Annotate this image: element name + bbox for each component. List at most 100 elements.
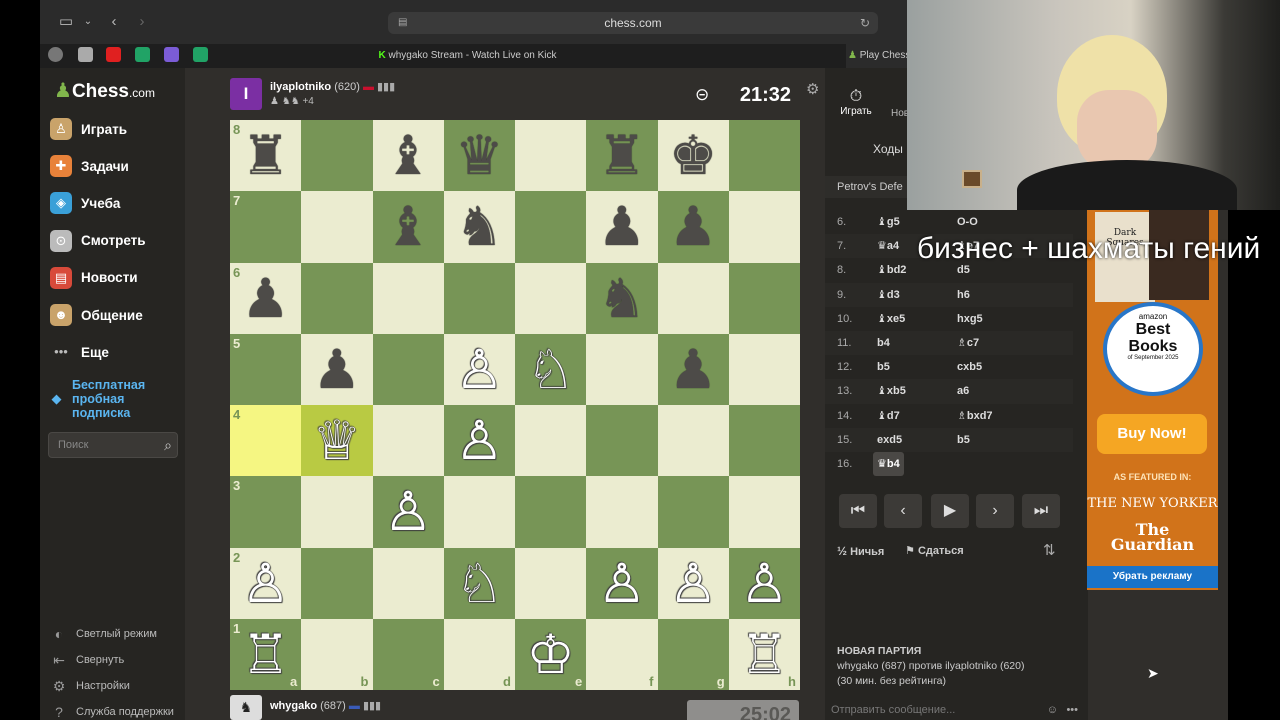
square-e2[interactable] (515, 547, 587, 619)
prev-move-button[interactable]: ‹ (884, 494, 922, 528)
black-move[interactable]: ♗c7 (957, 331, 979, 355)
square-c4[interactable] (372, 405, 444, 477)
piece-d2[interactable]: ♘ (444, 548, 515, 619)
tab-play[interactable]: ⏱ Играть (839, 88, 873, 117)
piece-b5[interactable]: ♟ (301, 334, 372, 405)
square-g4[interactable] (657, 405, 729, 477)
footer-light-mode[interactable]: ◐ Светлый режим (50, 625, 185, 643)
buy-now-button[interactable]: Buy Now! (1097, 414, 1207, 454)
footer-collapse[interactable]: ⇤ Свернуть (50, 651, 185, 669)
first-move-button[interactable]: ⏮ (839, 494, 877, 528)
piece-g7[interactable]: ♟ (658, 191, 729, 262)
piece-a6[interactable]: ♟ (230, 263, 301, 334)
player-name[interactable]: whygako (687) ▬ ▮▮▮ (270, 699, 381, 712)
next-move-button[interactable]: › (976, 494, 1014, 528)
white-move[interactable]: ♝xe5 (877, 307, 905, 331)
square-d6[interactable] (443, 262, 515, 334)
sidebar-item-6[interactable]: ••• Еще (50, 337, 185, 367)
avatar[interactable]: ♞ (230, 695, 262, 720)
square-e8[interactable] (515, 120, 587, 192)
square-b8[interactable] (301, 120, 373, 192)
sidebar-item-trial[interactable]: ◆ Бесплатная пробная подписка (50, 378, 185, 420)
sidebar-item-5[interactable]: ☻ Общение (50, 300, 185, 330)
more-icon[interactable]: ••• (1066, 704, 1078, 716)
white-move[interactable]: ♝g5 (877, 210, 900, 234)
sheets-icon[interactable] (135, 47, 150, 62)
square-e6[interactable] (515, 262, 587, 334)
square-h5[interactable] (728, 333, 800, 405)
forms-icon[interactable] (164, 47, 179, 62)
piece-f2[interactable]: ♙ (586, 548, 657, 619)
square-a5[interactable]: 5 (230, 333, 302, 405)
piece-d5[interactable]: ♙ (444, 334, 515, 405)
square-e3[interactable] (515, 476, 587, 548)
white-move[interactable]: b5 (877, 355, 890, 379)
black-move[interactable]: h6 (957, 283, 970, 307)
book-ad[interactable]: Dark Squares amazon Best Books of Septem… (1087, 210, 1218, 590)
white-move[interactable]: ♝xb5 (877, 379, 906, 403)
tab-moves[interactable]: Ходы (873, 142, 903, 156)
square-b3[interactable] (301, 476, 373, 548)
square-h4[interactable] (728, 405, 800, 477)
search-icon[interactable]: ⌕ (164, 433, 172, 457)
piece-d7[interactable]: ♞ (444, 191, 515, 262)
piece-g2[interactable]: ♙ (658, 548, 729, 619)
piece-c3[interactable]: ♙ (373, 476, 444, 547)
piece-f6[interactable]: ♞ (586, 263, 657, 334)
square-d1[interactable]: d (443, 618, 515, 690)
piece-a2[interactable]: ♙ (230, 548, 301, 619)
white-move[interactable]: ♝d3 (877, 283, 900, 307)
square-f4[interactable] (586, 405, 658, 477)
square-e7[interactable] (515, 191, 587, 263)
square-c2[interactable] (372, 547, 444, 619)
square-b1[interactable]: b (301, 618, 373, 690)
sidebar-toggle-icon[interactable]: ▭ (54, 12, 78, 32)
emoji-icon[interactable]: ☺ (1047, 704, 1058, 716)
piece-c7[interactable]: ♝ (373, 191, 444, 262)
black-move[interactable]: b5 (957, 428, 970, 452)
piece-h2[interactable]: ♙ (729, 548, 800, 619)
play-button[interactable]: ▶ (931, 494, 969, 528)
piece-g8[interactable]: ♚ (658, 120, 729, 191)
square-f3[interactable] (586, 476, 658, 548)
chat-input[interactable]: Отправить сообщение... ☺ ••• (825, 704, 1088, 720)
piece-a1[interactable]: ♖ (230, 619, 301, 690)
sheets-icon[interactable] (193, 47, 208, 62)
chess-logo[interactable]: ♟Chess.com (54, 78, 155, 103)
white-move[interactable]: ♝bd2 (877, 258, 906, 282)
avatar[interactable]: I (230, 78, 262, 110)
sidebar-item-0[interactable]: ♙ Играть (50, 114, 185, 144)
piece-f8[interactable]: ♜ (586, 120, 657, 191)
sidebar-item-2[interactable]: ◈ Учеба (50, 188, 185, 218)
player-name[interactable]: ilyaplotniko (620) ▬ ▮▮▮ (270, 80, 395, 93)
favorite-icon[interactable] (48, 47, 63, 62)
chevron-down-icon[interactable]: ⌄ (76, 12, 100, 32)
square-b6[interactable] (301, 262, 373, 334)
piece-h1[interactable]: ♖ (729, 619, 800, 690)
square-h7[interactable] (728, 191, 800, 263)
square-a7[interactable]: 7 (230, 191, 302, 263)
square-a4[interactable]: 4 (230, 405, 302, 477)
resign-button[interactable]: ⚑ Сдаться (905, 544, 964, 557)
footer-support[interactable]: ? Служба поддержки (50, 703, 185, 720)
piece-f7[interactable]: ♟ (586, 191, 657, 262)
square-h6[interactable] (728, 262, 800, 334)
square-h3[interactable] (728, 476, 800, 548)
piece-e1[interactable]: ♔ (515, 619, 586, 690)
white-move[interactable]: b4 (877, 331, 890, 355)
chess-board[interactable]: 8 7 6 5 4 3 2 1 a b c d e f g h ♜ ♝ ♛ ♜ ♚ ♝ ♞ ♟ ♟ ♟ ♞ ♟ ♙ ♘ ♟ ♕ ♙ ♙ ♙ ♘ ♙ ♙ ♙ ♖… (230, 120, 800, 690)
black-move[interactable]: cxb5 (957, 355, 982, 379)
square-b2[interactable] (301, 547, 373, 619)
address-bar[interactable]: ▤ chess.com ↻ (388, 12, 878, 34)
piece-a8[interactable]: ♜ (230, 120, 301, 191)
black-move[interactable]: ♗bxd7 (957, 404, 993, 428)
back-icon[interactable]: ‹ (102, 12, 126, 32)
square-c1[interactable]: c (372, 618, 444, 690)
flip-board-icon[interactable]: ⇅ (1043, 541, 1056, 559)
piece-g5[interactable]: ♟ (658, 334, 729, 405)
remove-ads-button[interactable]: Убрать рекламу (1087, 566, 1218, 588)
sidebar-item-3[interactable]: ⊙ Смотреть (50, 226, 185, 256)
square-g3[interactable] (657, 476, 729, 548)
square-g1[interactable]: g (657, 618, 729, 690)
square-f1[interactable]: f (586, 618, 658, 690)
